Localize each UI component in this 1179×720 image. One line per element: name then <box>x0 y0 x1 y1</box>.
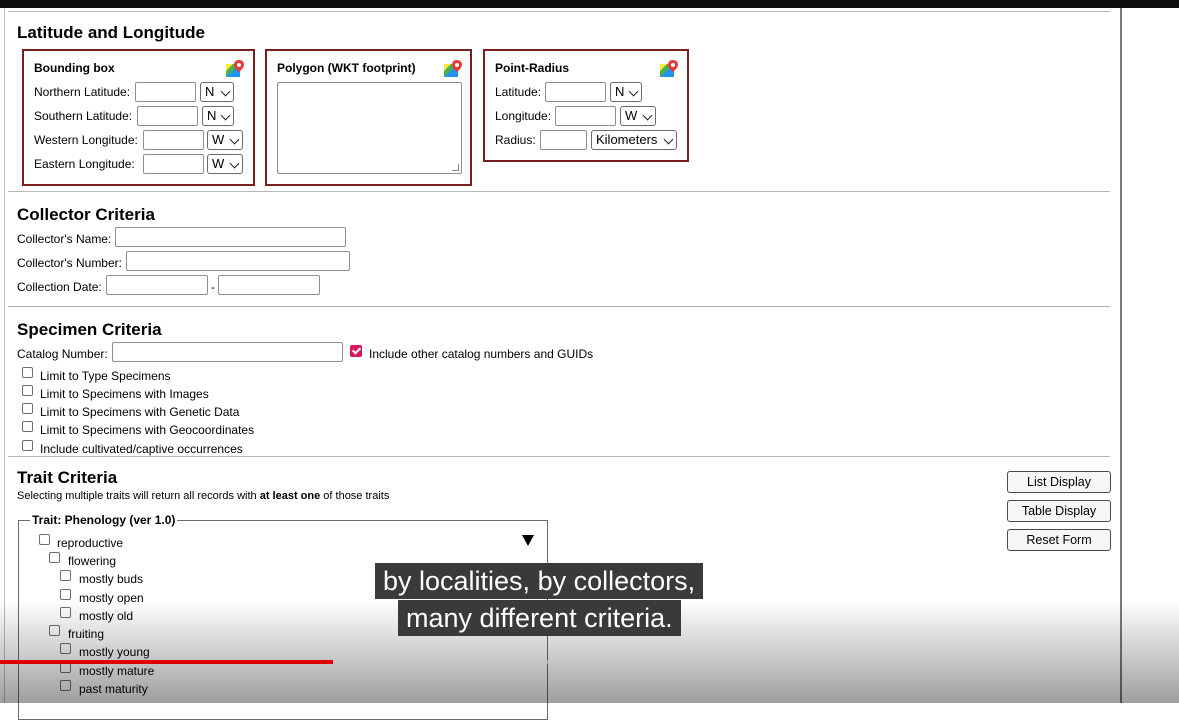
mostly-buds-label: mostly buds <box>79 572 144 586</box>
mostly-young-checkbox[interactable] <box>60 643 71 654</box>
include-other-catalog-checkbox[interactable] <box>350 345 362 357</box>
list-display-button[interactable]: List Display <box>1007 471 1111 493</box>
pr-latitude-label: Latitude: <box>495 85 542 99</box>
limit-geocoordinates-checkbox[interactable] <box>22 421 33 432</box>
western-longitude-input[interactable] <box>143 130 204 150</box>
collapse-arrow-icon[interactable] <box>522 535 534 546</box>
limit-genetic-data-label: Limit to Specimens with Genetic Data <box>40 405 240 419</box>
southern-latitude-input[interactable] <box>137 106 198 126</box>
northern-latitude-label: Northern Latitude: <box>34 85 131 99</box>
reset-form-button[interactable]: Reset Form <box>1007 529 1111 551</box>
point-radius-panel: Point-Radius Latitude: N Longitude: W Ra… <box>483 49 689 162</box>
divider <box>8 456 1110 457</box>
resize-grip-icon[interactable] <box>452 164 459 171</box>
divider <box>8 191 1110 192</box>
map-pin-icon[interactable] <box>659 59 679 79</box>
western-longitude-dir-select[interactable]: W <box>207 130 243 150</box>
chevron-down-icon <box>642 110 653 121</box>
mostly-old-label: mostly old <box>79 609 134 623</box>
southern-latitude-label: Southern Latitude: <box>34 109 133 123</box>
radius-input[interactable] <box>540 130 587 150</box>
past-maturity-checkbox[interactable] <box>60 680 71 691</box>
limit-geocoordinates-label: Limit to Specimens with Geocoordinates <box>40 423 255 437</box>
northern-latitude-input[interactable] <box>135 82 196 102</box>
trait-description: Selecting multiple traits will return al… <box>17 490 390 502</box>
include-cultivated-label: Include cultivated/captive occurrences <box>40 442 243 456</box>
limit-images-checkbox[interactable] <box>22 385 33 396</box>
caption-line-2: many different criteria. <box>398 600 681 636</box>
trait-heading: Trait Criteria <box>17 468 118 487</box>
point-radius-title: Point-Radius <box>495 61 569 75</box>
collection-date-to-input[interactable] <box>218 275 320 295</box>
reproductive-checkbox[interactable] <box>39 534 50 545</box>
table-display-button[interactable]: Table Display <box>1007 500 1111 522</box>
chevron-down-icon <box>229 158 240 169</box>
northern-latitude-dir-select[interactable]: N <box>200 82 234 102</box>
video-progress-fill[interactable] <box>0 660 333 664</box>
divider <box>8 306 1110 307</box>
bounding-box-panel: Bounding box Northern Latitude: N Southe… <box>22 49 255 186</box>
western-longitude-label: Western Longitude: <box>34 133 138 147</box>
trait-phenology-legend: Trait: Phenology (ver 1.0) <box>30 513 178 527</box>
chevron-down-icon <box>220 110 231 121</box>
map-pin-icon[interactable] <box>443 59 463 79</box>
mostly-mature-label: mostly mature <box>79 664 155 678</box>
collector-number-input[interactable] <box>126 251 350 271</box>
chevron-down-icon <box>220 86 231 97</box>
collector-name-input[interactable] <box>115 227 346 247</box>
chevron-down-icon <box>628 86 639 97</box>
polygon-wkt-textarea[interactable] <box>277 82 462 174</box>
bounding-box-title: Bounding box <box>34 61 115 75</box>
pr-longitude-dir-select[interactable]: W <box>620 106 656 126</box>
page-right-border <box>1120 8 1122 703</box>
divider <box>8 11 1110 12</box>
date-separator: - <box>211 280 215 294</box>
collector-heading: Collector Criteria <box>17 205 155 224</box>
limit-type-specimens-label: Limit to Type Specimens <box>40 369 171 383</box>
limit-images-label: Limit to Specimens with Images <box>40 387 209 401</box>
catalog-number-input[interactable] <box>112 342 343 362</box>
chevron-down-icon <box>663 134 674 145</box>
video-top-bar <box>0 0 1179 8</box>
flowering-label: flowering <box>68 554 117 568</box>
polygon-title: Polygon (WKT footprint) <box>277 61 416 75</box>
radius-unit-select[interactable]: Kilometers <box>591 130 677 150</box>
collection-date-label: Collection Date: <box>17 280 102 294</box>
latlong-heading: Latitude and Longitude <box>17 23 205 42</box>
pr-latitude-dir-select[interactable]: N <box>610 82 642 102</box>
collection-date-from-input[interactable] <box>106 275 208 295</box>
fruiting-label: fruiting <box>68 627 105 641</box>
reproductive-label: reproductive <box>57 536 124 550</box>
include-cultivated-checkbox[interactable] <box>22 440 33 451</box>
mostly-open-checkbox[interactable] <box>60 589 71 600</box>
map-pin-icon[interactable] <box>225 59 245 79</box>
eastern-longitude-label: Eastern Longitude: <box>34 157 135 171</box>
pr-longitude-label: Longitude: <box>495 109 552 123</box>
limit-type-specimens-checkbox[interactable] <box>22 367 33 378</box>
eastern-longitude-dir-select[interactable]: W <box>207 154 243 174</box>
mostly-buds-checkbox[interactable] <box>60 570 71 581</box>
pr-longitude-input[interactable] <box>555 106 616 126</box>
radius-label: Radius: <box>495 133 536 147</box>
mostly-old-checkbox[interactable] <box>60 607 71 618</box>
flowering-checkbox[interactable] <box>49 552 60 563</box>
mostly-young-label: mostly young <box>79 645 150 659</box>
fruiting-checkbox[interactable] <box>49 625 60 636</box>
specimen-heading: Specimen Criteria <box>17 320 162 339</box>
past-maturity-label: past maturity <box>79 682 148 696</box>
southern-latitude-dir-select[interactable]: N <box>202 106 234 126</box>
chevron-down-icon <box>229 134 240 145</box>
limit-genetic-data-checkbox[interactable] <box>22 403 33 414</box>
eastern-longitude-input[interactable] <box>143 154 204 174</box>
collector-number-label: Collector's Number: <box>17 256 122 270</box>
polygon-panel: Polygon (WKT footprint) <box>265 49 472 186</box>
mostly-open-label: mostly open <box>79 591 144 605</box>
include-other-catalog-label: Include other catalog numbers and GUIDs <box>369 347 594 361</box>
caption-line-1: by localities, by collectors, <box>375 563 704 599</box>
pr-latitude-input[interactable] <box>545 82 606 102</box>
page-left-border <box>4 8 5 703</box>
catalog-number-label: Catalog Number: <box>17 347 108 361</box>
collector-name-label: Collector's Name: <box>17 232 112 246</box>
